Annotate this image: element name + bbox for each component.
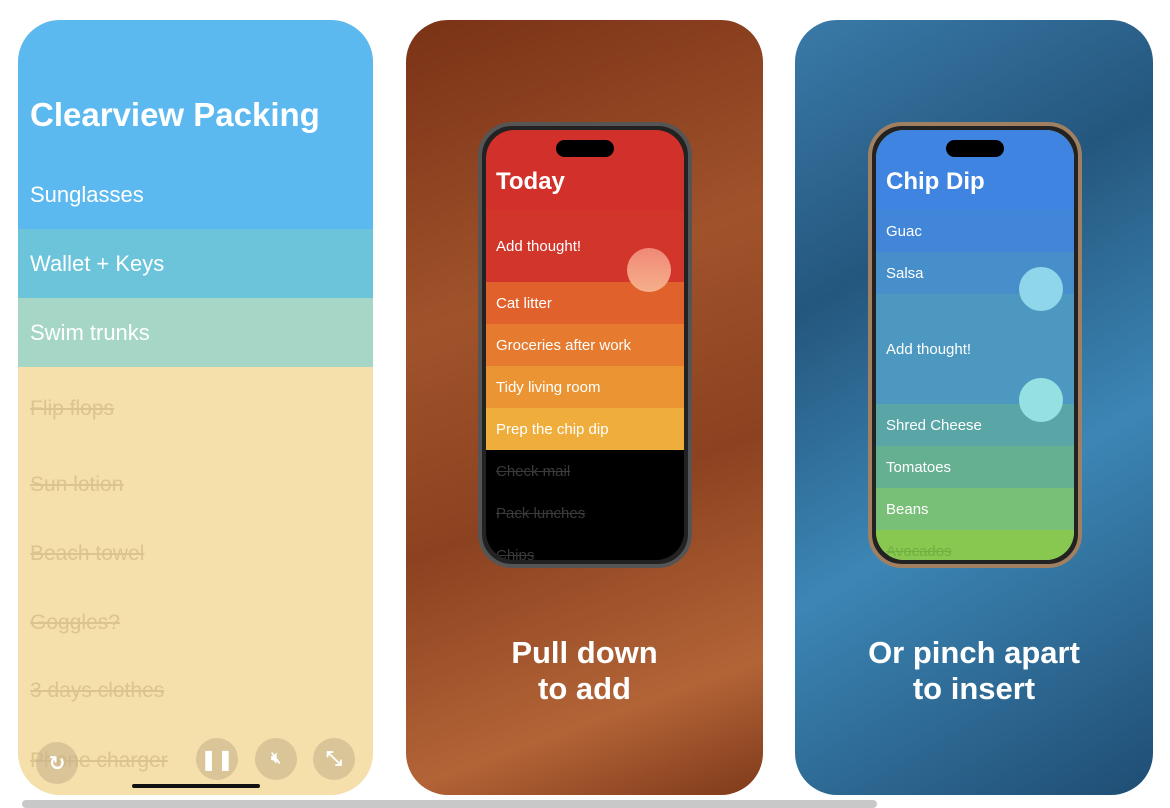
screenshot-panel-packing: Clearview Packing Sunglasses Wallet + Ke… [18,20,373,795]
list-title: Chip Dip [886,168,985,195]
done-item[interactable]: Flip flops [30,397,114,421]
list-item[interactable]: Tidy living room [486,366,684,408]
list-item[interactable]: Groceries after work [486,324,684,366]
dynamic-island [556,140,614,157]
done-item[interactable]: Avocados [876,530,1074,560]
done-item[interactable]: 3 days clothes [30,679,164,703]
list-title: Today [496,168,565,195]
done-item[interactable]: Sun lotion [30,473,123,497]
caption-line: to add [538,671,631,706]
caption: Or pinch apart to insert [795,635,1153,707]
list-item[interactable]: Swim trunks [18,298,373,367]
list-item[interactable]: Prep the chip dip [486,408,684,450]
list-item[interactable]: Wallet + Keys [18,229,373,298]
phone-mockup: Chip Dip Guac Salsa Add thought! Shred C… [868,122,1082,568]
done-item[interactable]: Beach towel [30,542,144,566]
caption-line: Pull down [511,635,658,670]
list-item[interactable]: Sunglasses [18,160,373,229]
screenshot-panel-chip-dip: Chip Dip Guac Salsa Add thought! Shred C… [795,20,1153,795]
touch-indicator [1019,267,1063,311]
caption: Pull down to add [406,635,763,707]
horizontal-scrollbar[interactable] [22,800,877,808]
pause-icon[interactable]: ❚❚ [196,738,238,780]
home-indicator [132,784,260,788]
phone-mockup: Today Add thought! Cat litter Groceries … [478,122,692,568]
touch-indicator [1019,378,1063,422]
caption-line: to insert [912,671,1036,706]
done-item[interactable]: Goggles? [30,611,120,635]
list-title: Clearview Packing [30,96,320,133]
list-item[interactable]: Tomatoes [876,446,1074,488]
screenshot-panel-today: Today Add thought! Cat litter Groceries … [406,20,763,795]
done-item[interactable]: Chips [486,534,684,561]
done-item[interactable]: Check mail [486,450,684,492]
caption-line: Or pinch apart [868,635,1080,670]
touch-indicator [627,248,671,292]
dynamic-island [946,140,1004,157]
done-item[interactable]: Pack lunches [486,492,684,534]
list-item[interactable]: Guac [876,210,1074,252]
replay-icon[interactable]: ↻ [36,742,78,784]
list-header [18,20,373,160]
expand-icon[interactable]: ⤡ [313,738,355,780]
list-item[interactable]: Beans [876,488,1074,530]
muted-speaker-icon[interactable]: 🔇︎ [255,738,297,780]
